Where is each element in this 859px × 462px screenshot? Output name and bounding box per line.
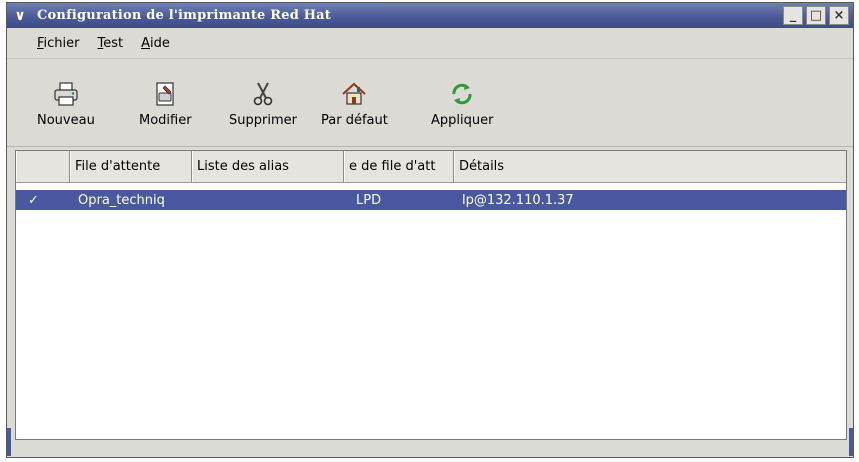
edit-button[interactable]: Modifier: [139, 79, 192, 128]
printer-icon: [51, 79, 81, 109]
close-icon: ×: [833, 8, 845, 23]
resize-handle-right[interactable]: [849, 428, 853, 456]
menu-bar: Fichier Test Aide: [7, 29, 853, 59]
scissors-icon: [248, 79, 278, 109]
printer-queue-list[interactable]: File d'attente Liste des alias e de file…: [15, 150, 847, 440]
maximize-icon: □: [809, 8, 823, 23]
default-button[interactable]: Par défaut: [321, 79, 388, 128]
window-menu-icon[interactable]: ∨: [9, 5, 31, 27]
toolbar: Nouveau Modifier Supprimer Par défaut Ap…: [7, 61, 853, 147]
title-bar[interactable]: ∨ Configuration de l'imprimante Red Hat …: [7, 3, 853, 28]
queue-name: Opra_techniq: [78, 192, 165, 208]
edit-label: Modifier: [139, 113, 192, 128]
new-button[interactable]: Nouveau: [37, 79, 95, 128]
resize-handle-left[interactable]: [7, 428, 11, 456]
delete-button[interactable]: Supprimer: [229, 79, 297, 128]
list-header: File d'attente Liste des alias e de file…: [16, 151, 846, 183]
menu-test[interactable]: Test: [96, 33, 126, 54]
menu-aide[interactable]: Aide: [139, 33, 172, 54]
column-default[interactable]: [16, 151, 70, 182]
table-row[interactable]: ✓ Opra_techniq LPD lp@132.110.1.37: [16, 190, 846, 210]
apply-label: Appliquer: [431, 113, 494, 128]
printer-config-window: ∨ Configuration de l'imprimante Red Hat …: [6, 2, 854, 458]
minimize-button[interactable]: _: [783, 6, 803, 25]
maximize-button[interactable]: □: [806, 6, 826, 25]
new-label: Nouveau: [37, 113, 95, 128]
queue-type: LPD: [356, 192, 382, 208]
window-title: Configuration de l'imprimante Red Hat: [37, 8, 332, 23]
close-button[interactable]: ×: [829, 6, 849, 25]
minimize-icon: _: [789, 8, 797, 23]
edit-printer-icon: [150, 79, 180, 109]
menu-fichier[interactable]: Fichier: [35, 33, 82, 54]
queue-details: lp@132.110.1.37: [462, 192, 574, 208]
default-label: Par défaut: [321, 113, 388, 128]
queue-aliases: [200, 190, 340, 210]
refresh-arrows-icon: [447, 79, 477, 109]
default-check-icon: ✓: [28, 192, 39, 208]
apply-button[interactable]: Appliquer: [431, 79, 493, 128]
house-icon: [339, 79, 369, 109]
column-queue[interactable]: File d'attente: [70, 151, 192, 182]
delete-label: Supprimer: [229, 113, 297, 128]
column-queue-type[interactable]: e de file d'att: [344, 151, 454, 182]
column-details[interactable]: Détails: [454, 151, 846, 182]
column-aliases[interactable]: Liste des alias: [192, 151, 344, 182]
